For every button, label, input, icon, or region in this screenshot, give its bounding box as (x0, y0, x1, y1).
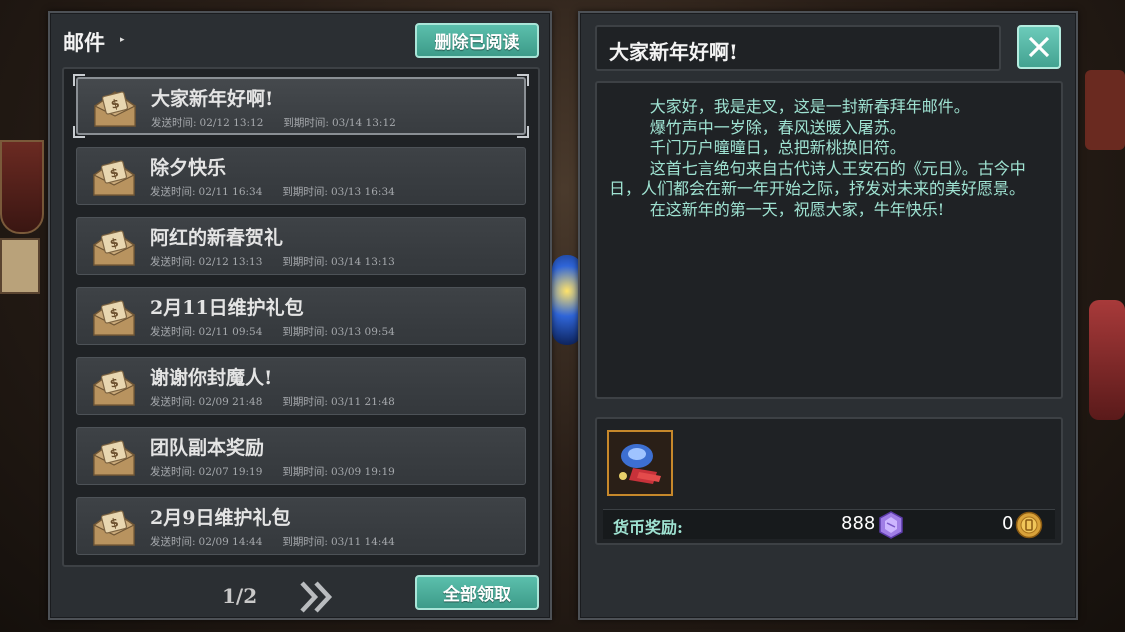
expire-time: 03/14 13:12 (331, 117, 396, 129)
mail-detail-panel: 大家新年好啊! 大家好，我是走叉，这是一封新春拜年邮件。 爆竹声中一岁除，春风送… (578, 11, 1078, 620)
expire-time-label: 到期时间: (283, 117, 329, 129)
mail-meta: 发送时间: 02/11 09:54 到期时间: 03/13 09:54 (150, 324, 398, 339)
send-time: 02/12 13:12 (199, 117, 264, 129)
mail-meta: 发送时间: 02/12 13:13 到期时间: 03/14 13:13 (150, 254, 398, 269)
mail-meta: 发送时间: 02/07 19:19 到期时间: 03/09 19:19 (150, 464, 398, 479)
expire-time: 03/09 19:19 (330, 466, 395, 478)
send-time-label: 发送时间: (150, 466, 196, 478)
currency-reward-bar: 货币奖励: 888 0 (603, 509, 1055, 539)
envelope-icon: $ (93, 230, 135, 266)
claim-all-button[interactable]: 全部领取 (415, 575, 539, 610)
mail-meta: 发送时间: 02/12 13:12 到期时间: 03/14 13:12 (151, 115, 399, 130)
mail-list: $ 大家新年好啊! 发送时间: 02/12 13:12 到期时间: 03/14 13:… (62, 67, 540, 567)
double-chevron-right-icon[interactable] (298, 579, 336, 615)
page-indicator: 1/2 (222, 584, 258, 608)
mail-body-box: 大家好，我是走叉，这是一封新春拜年邮件。 爆竹声中一岁除，春风送暖入屠苏。 千门… (595, 81, 1063, 399)
mail-subject: 阿红的新春贺礼 (150, 227, 284, 249)
mail-list-panel: 邮件 ▸ 删除已阅读 $ 大家新年好啊! 发送时间: 02/12 13:12 到期时… (48, 11, 552, 620)
expire-time: 03/13 16:34 (330, 186, 395, 198)
background-shield (0, 140, 44, 234)
envelope-icon: $ (93, 440, 135, 476)
mail-list-item[interactable]: $ 2月11日维护礼包 发送时间: 02/11 09:54 到期时间: 03/13 0… (76, 287, 526, 345)
expire-time-label: 到期时间: (282, 466, 328, 478)
gold-coin-icon (1015, 511, 1043, 539)
mail-subject: 2月11日维护礼包 (150, 297, 304, 319)
expire-time: 03/14 13:13 (330, 256, 395, 268)
send-time: 02/12 13:13 (198, 256, 263, 268)
mail-subject: 团队副本奖励 (150, 437, 265, 459)
envelope-icon: $ (93, 160, 135, 196)
send-time: 02/09 14:44 (198, 536, 263, 548)
background-prop (1089, 300, 1125, 420)
panel-title: 邮件 (63, 30, 105, 55)
envelope-icon: $ (94, 91, 136, 127)
mail-subject: 大家新年好啊! (151, 88, 274, 110)
expire-time-label: 到期时间: (282, 536, 328, 548)
selection-corner (73, 126, 85, 138)
expire-time: 03/11 14:44 (330, 536, 395, 548)
mail-body-text: 大家好，我是走叉，这是一封新春拜年邮件。 爆竹声中一岁除，春风送暖入屠苏。 千门… (609, 97, 1026, 219)
expire-time-label: 到期时间: (282, 186, 328, 198)
expire-time-label: 到期时间: (282, 256, 328, 268)
selection-corner (517, 74, 529, 86)
mail-meta: 发送时间: 02/09 21:48 到期时间: 03/11 21:48 (150, 394, 398, 409)
reward-item-icon (609, 432, 671, 494)
triangle-right-icon: ▸ (120, 35, 125, 45)
mail-list-item[interactable]: $ 阿红的新春贺礼 发送时间: 02/12 13:13 到期时间: 03/14 13:… (76, 217, 526, 275)
background-prop (1085, 70, 1125, 150)
send-time: 02/11 09:54 (198, 326, 263, 338)
send-time-label: 发送时间: (150, 186, 196, 198)
delete-read-button[interactable]: 删除已阅读 (415, 23, 539, 58)
mail-meta: 发送时间: 02/09 14:44 到期时间: 03/11 14:44 (150, 534, 398, 549)
reward-box: 货币奖励: 888 0 (595, 417, 1063, 545)
gem-amount: 888 (841, 513, 876, 534)
mail-list-item[interactable]: $ 大家新年好啊! 发送时间: 02/12 13:12 到期时间: 03/14 13:… (73, 74, 529, 138)
background-poster (0, 238, 40, 294)
close-icon (1028, 36, 1050, 58)
mail-list-item[interactable]: $ 2月9日维护礼包 发送时间: 02/09 14:44 到期时间: 03/11 14… (76, 497, 526, 555)
expire-time: 03/11 21:48 (330, 396, 395, 408)
mail-list-item[interactable]: $ 谢谢你封魔人! 发送时间: 02/09 21:48 到期时间: 03/11 21:… (76, 357, 526, 415)
send-time: 02/11 16:34 (198, 186, 263, 198)
expire-time-label: 到期时间: (282, 396, 328, 408)
mail-subject: 2月9日维护礼包 (150, 507, 291, 529)
purple-gem-icon (879, 511, 903, 539)
expire-time-label: 到期时间: (282, 326, 328, 338)
gold-amount: 0 (1002, 513, 1014, 534)
send-time-label: 发送时间: (150, 396, 196, 408)
send-time-label: 发送时间: (150, 326, 196, 338)
currency-reward-label: 货币奖励: (613, 518, 683, 537)
send-time-label: 发送时间: (150, 256, 196, 268)
reward-item-slot[interactable] (607, 430, 673, 496)
subject-box: 大家新年好啊! (595, 25, 1001, 71)
mail-subject: 谢谢你封魔人! (150, 367, 273, 389)
mail-subject: 除夕快乐 (150, 157, 227, 179)
selection-corner (517, 126, 529, 138)
mail-meta: 发送时间: 02/11 16:34 到期时间: 03/13 16:34 (150, 184, 398, 199)
envelope-icon: $ (93, 370, 135, 406)
mail-list-item[interactable]: $ 团队副本奖励 发送时间: 02/07 19:19 到期时间: 03/09 19:1… (76, 427, 526, 485)
close-button[interactable] (1017, 25, 1061, 69)
expire-time: 03/13 09:54 (330, 326, 395, 338)
mail-subject-title: 大家新年好啊! (609, 40, 738, 64)
mail-list-item[interactable]: $ 除夕快乐 发送时间: 02/11 16:34 到期时间: 03/13 16:34 (76, 147, 526, 205)
selection-corner (73, 74, 85, 86)
envelope-icon: $ (93, 300, 135, 336)
envelope-icon: $ (93, 510, 135, 546)
send-time: 02/07 19:19 (198, 466, 263, 478)
send-time-label: 发送时间: (150, 536, 196, 548)
send-time: 02/09 21:48 (198, 396, 263, 408)
send-time-label: 发送时间: (151, 117, 197, 129)
